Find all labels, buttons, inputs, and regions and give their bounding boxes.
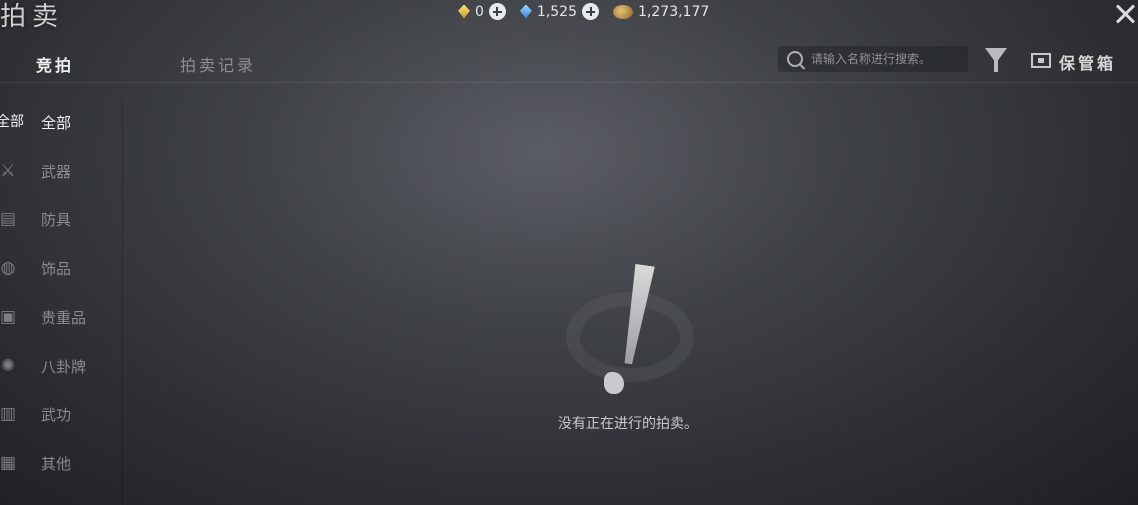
currency-bar: 0 1,525 1,273,177 — [458, 3, 709, 20]
gold-ingot-icon — [458, 4, 470, 19]
storage-chest-icon[interactable] — [1031, 53, 1051, 68]
category-valuables[interactable]: ▣ 贵重品 — [0, 302, 122, 332]
storage-button[interactable]: 保管箱 — [1059, 50, 1116, 74]
category-label: 八卦牌 — [41, 357, 87, 376]
currency-crystal: 1,525 — [519, 3, 600, 20]
category-label: 武器 — [41, 162, 72, 181]
category-label: 其他 — [41, 454, 72, 473]
tab-bidding[interactable]: 竞拍 — [36, 52, 74, 76]
empty-exclamation-icon — [566, 262, 694, 402]
category-bagua[interactable]: ✺ 八卦牌 — [0, 351, 122, 381]
empty-state-message: 没有正在进行的拍卖。 — [558, 416, 698, 432]
other-icon: ▦ — [0, 453, 17, 473]
category-label: 贵重品 — [41, 308, 87, 327]
tab-auction-history[interactable]: 拍卖记录 — [180, 52, 256, 76]
category-accessory[interactable]: ◍ 饰品 — [0, 253, 122, 283]
category-armor[interactable]: ▤ 防具 — [0, 204, 122, 234]
bagua-icon: ✺ — [0, 356, 16, 376]
blue-crystal-icon — [519, 4, 532, 19]
filter-icon[interactable] — [985, 48, 1007, 72]
category-weapon[interactable]: ⚔ 武器 — [0, 156, 122, 186]
top-bar: 拍卖 0 1,525 1,273,177 — [0, 0, 1138, 32]
currency-coin: 1,273,177 — [613, 4, 709, 20]
all-icon: 全部 — [0, 114, 24, 130]
brush-dot — [604, 372, 624, 394]
add-gold-button[interactable] — [488, 3, 506, 20]
category-label: 防具 — [41, 210, 72, 229]
category-all[interactable]: 全部 全部 — [0, 107, 122, 137]
valuables-icon: ▣ — [0, 307, 17, 327]
accessory-icon: ◍ — [0, 258, 16, 278]
category-label: 饰品 — [41, 259, 72, 278]
add-crystal-button[interactable] — [582, 3, 600, 20]
category-other[interactable]: ▦ 其他 — [0, 448, 122, 478]
search-icon — [787, 51, 803, 67]
copper-coin-icon — [613, 4, 634, 19]
category-label: 全部 — [41, 113, 72, 132]
currency-gold-value: 0 — [475, 3, 484, 20]
search-input[interactable] — [809, 51, 963, 67]
armor-icon: ▤ — [0, 209, 17, 229]
close-icon[interactable] — [1114, 2, 1138, 26]
currency-coin-value: 1,273,177 — [638, 3, 710, 20]
category-sidebar: 全部 全部 ⚔ 武器 ▤ 防具 ◍ 饰品 ▣ 贵重品 ✺ 八卦牌 ▥ 武功 ▦ … — [0, 100, 123, 505]
currency-crystal-value: 1,525 — [536, 3, 578, 20]
window-title: 拍卖 — [0, 2, 65, 32]
currency-gold: 0 — [458, 3, 506, 20]
weapon-icon: ⚔ — [0, 161, 16, 181]
search-box[interactable] — [778, 46, 968, 72]
